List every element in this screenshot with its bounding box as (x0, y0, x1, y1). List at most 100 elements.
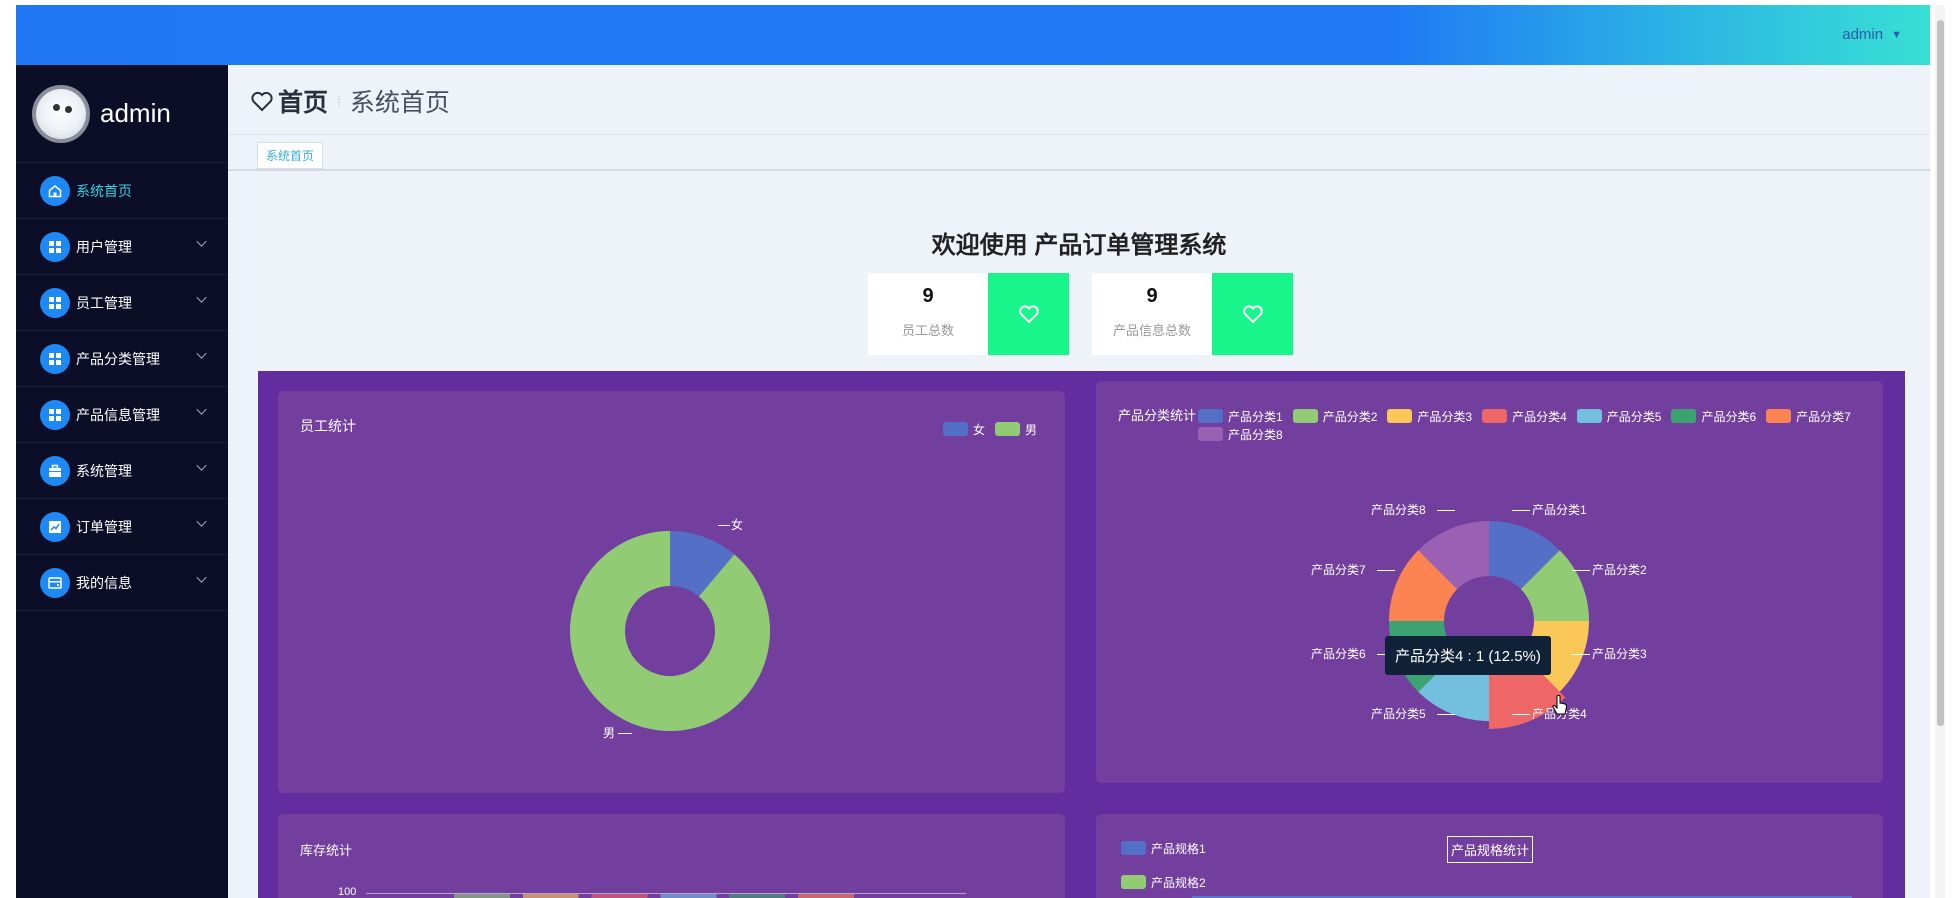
slice-label: 产品分类8 (1371, 503, 1426, 517)
stat-icon-box (988, 273, 1069, 355)
sidebar-item-7[interactable]: 订单管理 (16, 499, 228, 555)
chart-panel-spec: 产品规格统计 产品规格1 产品规格2 (1096, 814, 1883, 898)
legend-label: 产品规格2 (1151, 875, 1206, 890)
breadcrumb-home[interactable]: 首页 (278, 83, 328, 119)
briefcase-icon (40, 455, 70, 486)
app-frame: admin ▼ admin 系统首页 用户管理 员工管理 产品分类管理 产品信息管理 系统… (16, 5, 1930, 898)
sidebar-item-label: 产品信息管理 (76, 406, 160, 423)
slice-label: 产品分类5 (1371, 707, 1426, 721)
leader-line (718, 525, 730, 526)
welcome-title: 欢迎使用 产品订单管理系统 (931, 232, 1227, 259)
chart-panel-stock: 库存统计 100 (278, 814, 1065, 898)
chart-title: 产品规格统计 (1447, 836, 1534, 863)
sidebar-item-label: 员工管理 (76, 294, 132, 311)
user-menu[interactable]: admin ▼ (1842, 26, 1902, 43)
grid-icon (40, 231, 70, 262)
chevron-down-icon (196, 460, 207, 471)
main-content: 首页 ⁞ 系统首页 系统首页 欢迎使用 产品订单管理系统 9 员工总数 9 产品… (228, 65, 1930, 898)
sidebar-item-5[interactable]: 产品信息管理 (16, 387, 228, 443)
category-donut-chart[interactable] (1096, 381, 1883, 783)
chevron-down-icon (196, 236, 207, 247)
sidebar-item-6[interactable]: 系统管理 (16, 443, 228, 499)
hand-cursor-icon (1552, 694, 1568, 715)
stat-label: 员工总数 (901, 323, 954, 338)
leader-line (1512, 714, 1530, 715)
legend-swatch (1121, 875, 1146, 889)
sidebar-item-3[interactable]: 员工管理 (16, 275, 228, 331)
grid-icon (40, 287, 70, 318)
stat-value: 9 (1146, 285, 1158, 307)
legend-swatch (1121, 841, 1146, 855)
dashboard-panel: 员工统计 女男 女 男 产品分类统计 产品分类1 产品分类2 产品分类3 产品分类4 产… (258, 371, 1905, 898)
chevron-down-icon (196, 292, 207, 303)
sidebar-item-label: 产品分类管理 (76, 350, 160, 367)
chart-panel-categories: 产品分类统计 产品分类1 产品分类2 产品分类3 产品分类4 产品分类5 产品分类6 产品分… (1096, 381, 1883, 783)
stat-label: 产品信息总数 (1112, 323, 1191, 338)
sidebar: admin 系统首页用户管理员工管理产品分类管理 产品信息管理 系统管理订单管理我的… (16, 65, 228, 898)
sidebar-item-label: 订单管理 (76, 518, 132, 535)
divider (228, 134, 1930, 135)
sidebar-item-4[interactable]: 产品分类管理 (16, 331, 228, 387)
chart-legend[interactable]: 产品规格1 产品规格2 (1121, 839, 1216, 891)
chevron-down-icon (196, 516, 207, 527)
chevron-down-icon (196, 348, 207, 359)
sidebar-header: admin (16, 65, 228, 163)
grid-icon (40, 399, 70, 430)
sidebar-item-8[interactable]: 我的信息 (16, 555, 228, 611)
legend-item[interactable]: 产品规格1 (1121, 839, 1206, 857)
top-bar: admin ▼ (16, 5, 1930, 65)
employee-donut-chart[interactable] (278, 391, 1065, 793)
slice-label: 产品分类1 (1532, 503, 1587, 517)
tab-system-home[interactable]: 系统首页 (257, 142, 324, 169)
stat-card-employees: 9 员工总数 (868, 273, 1069, 355)
slice-label: 产品分类7 (1311, 563, 1366, 577)
slice-label: 男 (603, 726, 616, 740)
legend-item[interactable]: 产品规格2 (1121, 873, 1206, 891)
legend-label: 产品规格1 (1151, 841, 1206, 856)
slice-label: 产品分类6 (1311, 647, 1366, 661)
avatar[interactable] (32, 84, 90, 143)
slice-label: 女 (731, 518, 744, 532)
user-menu-label: admin (1842, 26, 1884, 43)
heart-icon (1018, 305, 1039, 324)
y-tick-label: 100 (338, 886, 357, 898)
sidebar-nav: 系统首页用户管理员工管理产品分类管理 产品信息管理 系统管理订单管理我的信息 (16, 163, 228, 611)
stat-card-products: 9 产品信息总数 (1092, 273, 1293, 355)
sidebar-item-2[interactable]: 用户管理 (16, 219, 228, 275)
wallet-icon (40, 567, 70, 598)
chart-title: 库存统计 (300, 843, 353, 858)
stat-icon-box (1212, 273, 1293, 355)
home-icon (40, 175, 70, 206)
scrollbar-thumb[interactable] (1937, 20, 1944, 726)
chart-icon (40, 511, 70, 542)
leader-line (1512, 510, 1530, 511)
chart-tooltip: 产品分类4 : 1 (12.5%) (1385, 636, 1551, 675)
sidebar-user-name: admin (100, 98, 171, 128)
sidebar-item-label: 用户管理 (76, 238, 132, 255)
leader-line (618, 733, 632, 734)
leader-line (1572, 570, 1590, 571)
grid-icon (40, 343, 70, 374)
chart-panel-employees: 员工统计 女男 女 男 (278, 391, 1065, 793)
leader-line (1377, 570, 1395, 571)
heart-icon (251, 91, 273, 112)
page-title: 系统首页 (349, 89, 450, 117)
chevron-down-icon (196, 572, 207, 583)
heart-icon (1242, 305, 1263, 324)
pie-slice[interactable] (570, 531, 770, 731)
chevron-down-icon (196, 404, 207, 415)
caret-down-icon: ▼ (1891, 28, 1902, 41)
slice-label: 产品分类2 (1592, 563, 1647, 577)
slice-label: 产品分类3 (1592, 647, 1647, 661)
bar-tops (454, 894, 884, 898)
sidebar-item-label: 系统管理 (76, 462, 132, 479)
sidebar-item-1[interactable]: 系统首页 (16, 163, 228, 219)
sidebar-item-label: 系统首页 (76, 182, 132, 199)
breadcrumb-separator: ⁞ (337, 93, 341, 109)
leader-line (1437, 714, 1455, 715)
stat-value: 9 (922, 285, 934, 307)
page-header: 首页 ⁞ 系统首页 (250, 83, 450, 119)
leader-line (1437, 510, 1455, 511)
sidebar-item-label: 我的信息 (76, 574, 132, 591)
divider (228, 169, 1930, 171)
